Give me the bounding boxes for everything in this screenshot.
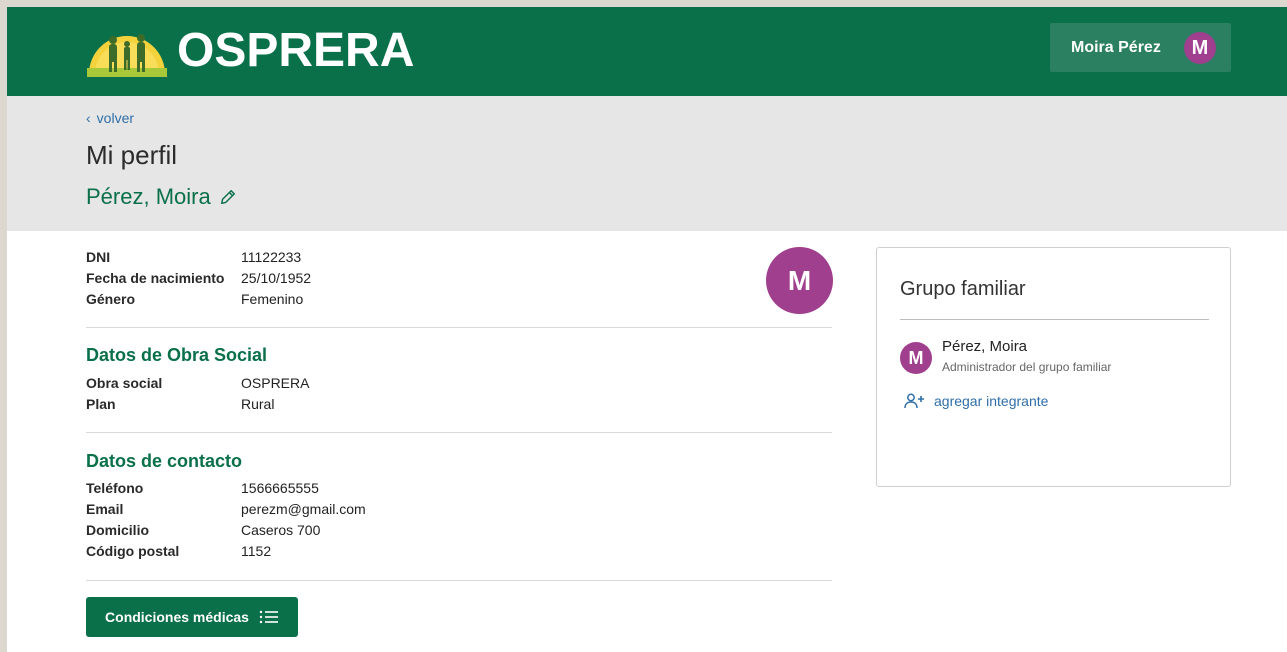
app-frame: OSPRERA Moira Pérez M ‹ volver Mi perfil… [7, 7, 1287, 652]
dni-value: 11122233 [241, 249, 302, 265]
phone-label: Teléfono [86, 480, 144, 496]
add-member-link[interactable]: agregar integrante [904, 393, 1048, 409]
gender-label: Género [86, 291, 136, 307]
address-value: Caseros 700 [241, 522, 321, 538]
brand-name: OSPRERA [177, 24, 415, 77]
obra-social-value: OSPRERA [241, 375, 310, 391]
birthdate-label: Fecha de nacimiento [86, 270, 225, 286]
postal-code-value: 1152 [241, 543, 272, 559]
add-user-icon [904, 393, 924, 409]
member-avatar: M [900, 342, 932, 374]
card-divider [900, 319, 1209, 320]
grupo-familiar-card: Grupo familiar M Pérez, Moira Administra… [876, 247, 1231, 487]
chevron-left-icon: ‹ [86, 110, 91, 126]
section-divider [86, 432, 832, 433]
plan-value: Rural [241, 396, 275, 412]
add-member-label: agregar integrante [934, 393, 1049, 409]
user-name: Moira Pérez [1071, 39, 1161, 56]
gender-value: Femenino [241, 291, 304, 307]
obra-social-info: Obra social OSPRERA Plan Rural [86, 375, 641, 412]
obra-social-title: Datos de Obra Social [86, 345, 268, 365]
birthdate-value: 25/10/1952 [241, 270, 312, 286]
member-role: Administrador del grupo familiar [942, 360, 1112, 374]
person-name-row: Pérez, Moira [86, 184, 237, 210]
profile-header-band: ‹ volver Mi perfil Pérez, Moira [7, 96, 1287, 231]
top-header: OSPRERA Moira Pérez M [7, 7, 1287, 96]
profile-avatar: M [766, 247, 833, 314]
list-icon [259, 610, 278, 624]
pencil-edit-icon[interactable] [219, 188, 237, 206]
contacto-info: Teléfono 1566665555 Email perezm@gmail.c… [86, 480, 641, 559]
page-title: Mi perfil [86, 140, 178, 170]
user-avatar: M [1184, 32, 1216, 64]
condiciones-medicas-button[interactable]: Condiciones médicas [86, 597, 298, 637]
family-member[interactable]: M Pérez, Moira Administrador del grupo f… [900, 338, 1200, 378]
section-divider [86, 327, 832, 328]
dni-label: DNI [86, 249, 111, 265]
osprera-logo-icon [87, 34, 167, 77]
personal-info: DNI 11122233 Fecha de nacimiento 25/10/1… [86, 249, 641, 307]
email-label: Email [86, 501, 124, 517]
person-name: Pérez, Moira [86, 184, 211, 209]
phone-value: 1566665555 [241, 480, 319, 496]
section-divider [86, 580, 832, 581]
condiciones-medicas-label: Condiciones médicas [105, 609, 249, 625]
card-title: Grupo familiar [900, 278, 1026, 300]
back-label: volver [96, 110, 135, 126]
address-label: Domicilio [86, 522, 150, 538]
plan-label: Plan [86, 396, 116, 412]
email-value: perezm@gmail.com [241, 501, 366, 517]
postal-code-label: Código postal [86, 543, 180, 559]
back-link[interactable]: ‹ volver [86, 110, 134, 126]
obra-social-label: Obra social [86, 375, 163, 391]
member-name: Pérez, Moira [942, 338, 1028, 355]
contacto-title: Datos de contacto [86, 451, 243, 471]
user-menu-button[interactable]: Moira Pérez M [1050, 23, 1231, 72]
